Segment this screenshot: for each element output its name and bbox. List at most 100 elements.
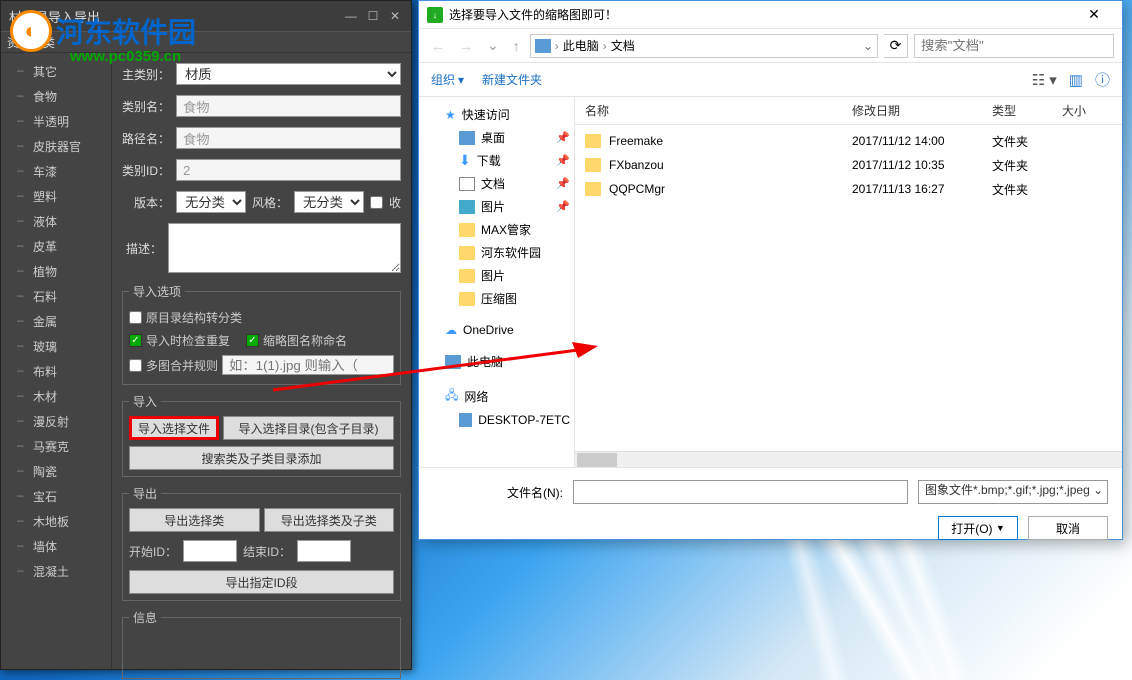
cancel-button[interactable]: 取消 bbox=[1028, 516, 1108, 540]
sidebar-item[interactable]: ☁OneDrive bbox=[419, 320, 574, 340]
breadcrumb-docs[interactable]: 文档 bbox=[611, 37, 635, 54]
tree-item[interactable]: 植物 bbox=[1, 259, 111, 284]
tree-item[interactable]: 车漆 bbox=[1, 159, 111, 184]
tree-item[interactable]: 墙体 bbox=[1, 534, 111, 559]
chevron-right-icon[interactable]: › bbox=[555, 39, 559, 53]
pin-icon: 📌 bbox=[556, 177, 570, 190]
chk-merge[interactable] bbox=[129, 359, 142, 372]
sidebar-item[interactable]: DESKTOP-7ETC bbox=[419, 410, 574, 430]
img-icon bbox=[459, 200, 475, 214]
file-dialog: ↓ 选择要导入文件的缩略图即可！ ✕ ← → ⌄ ↑ › 此电脑 › 文档 ⌄ … bbox=[418, 0, 1123, 540]
check-icon[interactable]: ✓ bbox=[129, 334, 142, 347]
sidebar-item[interactable]: 🖧网络 bbox=[419, 383, 574, 410]
chevron-right-icon[interactable]: › bbox=[603, 39, 607, 53]
recent-icon[interactable]: ⌄ bbox=[483, 37, 503, 54]
col-date[interactable]: 修改日期 bbox=[852, 102, 992, 119]
sidebar-item[interactable]: 压缩图 bbox=[419, 287, 574, 310]
close-icon[interactable]: ✕ bbox=[1074, 6, 1114, 23]
collect-checkbox[interactable] bbox=[370, 196, 383, 209]
main-cat-label: 主类别： bbox=[122, 66, 170, 83]
file-row[interactable]: FXbanzou2017/11/12 10:35文件夹 bbox=[575, 153, 1122, 177]
tree-item[interactable]: 木地板 bbox=[1, 509, 111, 534]
tree-item[interactable]: 塑料 bbox=[1, 184, 111, 209]
end-id-input[interactable] bbox=[297, 540, 351, 562]
sidebar-item[interactable]: MAX管家 bbox=[419, 218, 574, 241]
version-select[interactable]: 无分类 bbox=[176, 191, 246, 213]
close-app-icon[interactable]: ✕ bbox=[387, 8, 403, 24]
horizontal-scrollbar[interactable] bbox=[575, 451, 1122, 467]
tree-item[interactable]: 金属 bbox=[1, 309, 111, 334]
sidebar-item-label: OneDrive bbox=[463, 323, 514, 337]
desc-textarea[interactable] bbox=[168, 223, 401, 273]
sidebar-item[interactable]: 图片 bbox=[419, 264, 574, 287]
refresh-icon[interactable]: ⟳ bbox=[884, 34, 908, 58]
tree-item[interactable]: 宝石 bbox=[1, 484, 111, 509]
export-sub-button[interactable]: 导出选择类及子类 bbox=[264, 508, 395, 532]
export-cat-button[interactable]: 导出选择类 bbox=[129, 508, 260, 532]
chevron-down-icon[interactable]: ⌄ bbox=[863, 39, 873, 53]
main-cat-select[interactable]: 材质 bbox=[176, 63, 401, 85]
file-list-header[interactable]: 名称 修改日期 类型 大小 bbox=[575, 97, 1122, 125]
col-size[interactable]: 大小 bbox=[1062, 102, 1112, 119]
tree-item[interactable]: 其它 bbox=[1, 59, 111, 84]
file-row[interactable]: QQPCMgr2017/11/13 16:27文件夹 bbox=[575, 177, 1122, 201]
file-type: 文件夹 bbox=[992, 157, 1062, 174]
pin-icon: 📌 bbox=[556, 200, 570, 213]
minimize-icon[interactable]: — bbox=[343, 8, 359, 24]
filename-input[interactable] bbox=[573, 480, 908, 504]
sidebar-item[interactable]: ★快速访问 bbox=[419, 103, 574, 126]
tree-item[interactable]: 石料 bbox=[1, 284, 111, 309]
tree-item[interactable]: 混凝土 bbox=[1, 559, 111, 584]
sidebar-item[interactable]: 桌面📌 bbox=[419, 126, 574, 149]
up-icon[interactable]: ↑ bbox=[509, 38, 524, 54]
file-row[interactable]: Freemake2017/11/12 14:00文件夹 bbox=[575, 129, 1122, 153]
forward-icon[interactable]: → bbox=[455, 38, 477, 54]
tree-item[interactable]: 食物 bbox=[1, 84, 111, 109]
tree-item[interactable]: 液体 bbox=[1, 209, 111, 234]
col-name[interactable]: 名称 bbox=[585, 102, 852, 119]
tree-item[interactable]: 木材 bbox=[1, 384, 111, 409]
file-list[interactable]: Freemake2017/11/12 14:00文件夹FXbanzou2017/… bbox=[575, 125, 1122, 451]
breadcrumb[interactable]: › 此电脑 › 文档 ⌄ bbox=[530, 34, 878, 58]
sidebar-item-label: 网络 bbox=[464, 388, 488, 405]
preview-pane-icon[interactable]: ▥ bbox=[1069, 71, 1083, 89]
sidebar-item[interactable]: ⬇下载📌 bbox=[419, 149, 574, 172]
organize-menu[interactable]: 组织 ▾ bbox=[431, 71, 464, 88]
search-add-button[interactable]: 搜索类及子类目录添加 bbox=[129, 446, 394, 470]
info-legend: 信息 bbox=[129, 609, 161, 626]
doc-icon bbox=[459, 177, 475, 191]
filetype-select[interactable]: 图象文件*.bmp;*.gif;*.jpg;*.jpeg ⌄ bbox=[918, 480, 1108, 504]
open-button[interactable]: 打开(O) ▼ bbox=[938, 516, 1018, 540]
sidebar-item[interactable]: 此电脑 bbox=[419, 350, 574, 373]
import-file-button[interactable]: 导入选择文件 bbox=[129, 416, 219, 440]
style-select[interactable]: 无分类 bbox=[294, 191, 364, 213]
col-type[interactable]: 类型 bbox=[992, 102, 1062, 119]
tree-item[interactable]: 漫反射 bbox=[1, 409, 111, 434]
export-id-button[interactable]: 导出指定ID段 bbox=[129, 570, 394, 594]
category-tree[interactable]: 其它食物半透明皮肤器官车漆塑料液体皮革植物石料金属玻璃布料木材漫反射马赛克陶瓷宝… bbox=[1, 53, 112, 669]
tree-item[interactable]: 皮革 bbox=[1, 234, 111, 259]
view-options-icon[interactable]: ☷ ▾ bbox=[1032, 71, 1057, 89]
sidebar-item[interactable]: 图片📌 bbox=[419, 195, 574, 218]
sidebar-item[interactable]: 河东软件园 bbox=[419, 241, 574, 264]
tree-item[interactable]: 马赛克 bbox=[1, 434, 111, 459]
sidebar-item[interactable]: 文档📌 bbox=[419, 172, 574, 195]
start-id-input[interactable] bbox=[183, 540, 237, 562]
search-input[interactable] bbox=[914, 34, 1114, 58]
pc-icon bbox=[459, 131, 475, 145]
breadcrumb-pc[interactable]: 此电脑 bbox=[563, 37, 599, 54]
tree-item[interactable]: 布料 bbox=[1, 359, 111, 384]
import-dir-button[interactable]: 导入选择目录(包含子目录) bbox=[223, 416, 394, 440]
chk-struct[interactable] bbox=[129, 311, 142, 324]
help-icon[interactable]: ⓘ bbox=[1095, 69, 1110, 90]
tree-item[interactable]: 皮肤器官 bbox=[1, 134, 111, 159]
back-icon[interactable]: ← bbox=[427, 38, 449, 54]
tree-item[interactable]: 玻璃 bbox=[1, 334, 111, 359]
tree-item[interactable]: 半透明 bbox=[1, 109, 111, 134]
dialog-sidebar[interactable]: ★快速访问桌面📌⬇下载📌文档📌图片📌MAX管家河东软件园图片压缩图 ☁OneDri… bbox=[419, 97, 575, 467]
maximize-icon[interactable]: ☐ bbox=[365, 8, 381, 24]
new-folder-button[interactable]: 新建文件夹 bbox=[482, 71, 542, 88]
check-icon[interactable]: ✓ bbox=[246, 334, 259, 347]
merge-hint-input[interactable] bbox=[222, 355, 394, 375]
tree-item[interactable]: 陶瓷 bbox=[1, 459, 111, 484]
